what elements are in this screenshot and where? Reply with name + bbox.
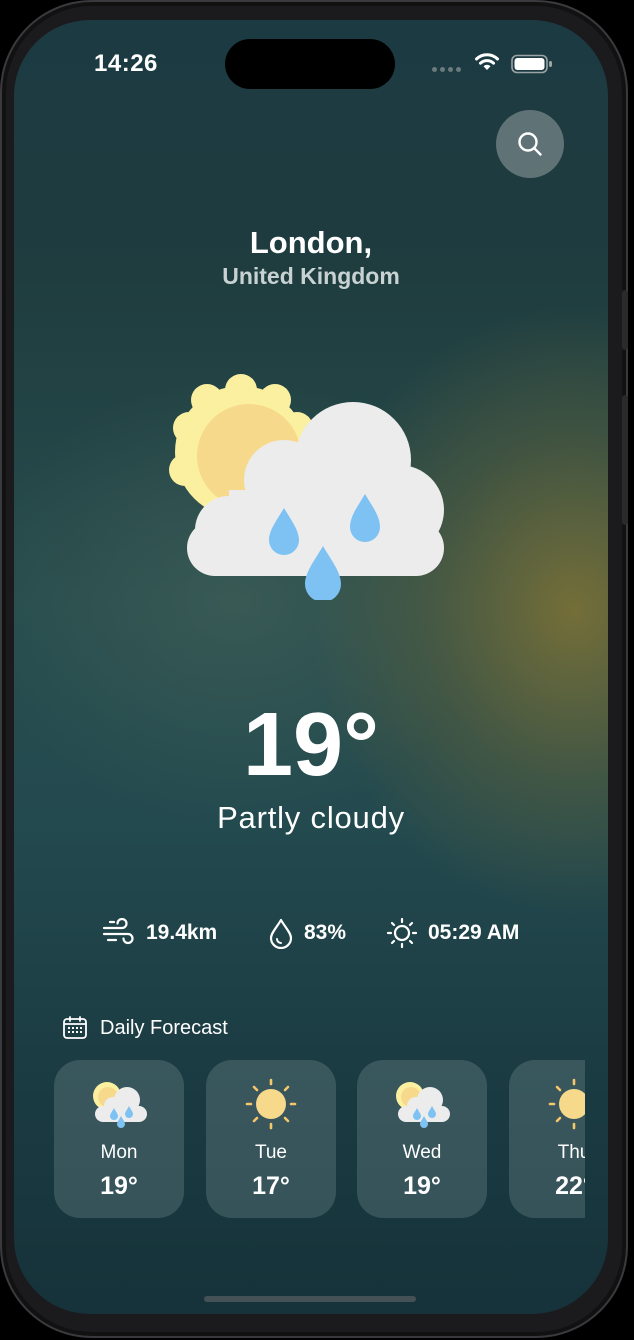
wind-value: 19.4km	[146, 921, 218, 944]
forecast-day-card[interactable]: Thu 22°	[509, 1060, 585, 1218]
humidity-value: 83%	[304, 921, 347, 944]
current-temperature: 19°	[242, 695, 380, 795]
humidity-stat: 83%	[268, 913, 346, 953]
forecast-day-name: Mon	[100, 1142, 138, 1163]
search-icon	[518, 132, 542, 156]
forecast-day-name: Wed	[402, 1142, 442, 1163]
current-condition: Partly cloudy	[217, 800, 405, 835]
forecast-header: Daily Forecast	[62, 1015, 228, 1041]
forecast-title: Daily Forecast	[100, 1016, 228, 1039]
calendar-icon	[63, 1016, 87, 1039]
droplet-icon	[269, 918, 293, 949]
phone-frame: 14:26 London, United Kingdom 19° Partly …	[0, 0, 628, 1338]
location-header: London, United Kingdom	[14, 225, 608, 291]
status-bar: 14:26	[14, 20, 608, 110]
dynamic-island	[225, 39, 395, 89]
side-button	[622, 395, 628, 525]
sun-icon	[245, 1078, 297, 1130]
forecast-day-card[interactable]: Wed 19°	[357, 1060, 487, 1218]
daily-forecast-list[interactable]: Mon 19° Tue 17° Wed 19° Th 22	[54, 1060, 585, 1220]
cellular-signal-icon	[432, 67, 461, 72]
sun-cloud-rain-icon	[169, 374, 444, 600]
weather-stats: 19.4km 83% 05:29 AM	[14, 913, 608, 953]
forecast-day-card[interactable]: Mon 19°	[54, 1060, 184, 1218]
forecast-day-name: Thu	[557, 1142, 585, 1163]
wind-icon	[102, 918, 134, 945]
search-button[interactable]	[496, 110, 564, 178]
forecast-day-temp: 19°	[403, 1172, 441, 1200]
sun-cloud-rain-icon	[396, 1082, 450, 1128]
wifi-icon	[475, 53, 499, 70]
forecast-day-name: Tue	[254, 1142, 288, 1163]
sun-cloud-rain-icon	[93, 1082, 147, 1128]
status-time: 14:26	[94, 50, 158, 77]
forecast-day-card[interactable]: Tue 17°	[206, 1060, 336, 1218]
country-name: United Kingdom	[222, 263, 400, 289]
side-button	[622, 290, 628, 350]
city-name: London,	[249, 225, 373, 260]
sunrise-stat: 05:29 AM	[386, 913, 519, 953]
sun-icon	[386, 917, 418, 949]
home-indicator[interactable]	[204, 1296, 416, 1302]
weather-screen: 14:26 London, United Kingdom 19° Partly …	[14, 20, 608, 1314]
forecast-day-temp: 19°	[100, 1172, 138, 1200]
wind-stat: 19.4km	[102, 913, 217, 953]
forecast-day-temp: 17°	[252, 1172, 290, 1200]
forecast-day-temp: 22°	[555, 1172, 585, 1200]
sun-icon	[548, 1078, 585, 1130]
sunrise-value: 05:29 AM	[428, 921, 520, 944]
battery-icon	[511, 54, 552, 74]
